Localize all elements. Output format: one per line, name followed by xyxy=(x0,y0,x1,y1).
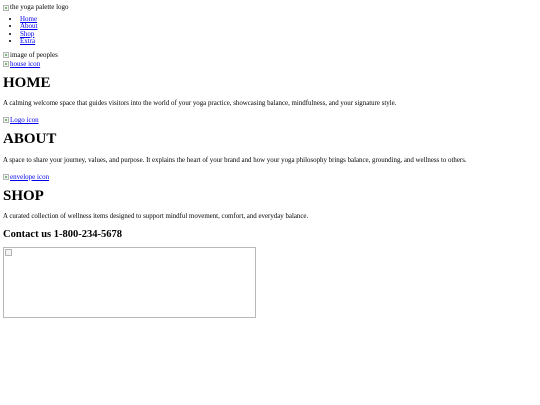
site-header: the yoga palette logo xyxy=(3,3,537,13)
about-title: ABOUT xyxy=(3,131,57,148)
nav-list: Home About Shop Extra xyxy=(3,15,537,46)
house-icon-alt-text: house icon xyxy=(10,59,41,68)
main-nav: Home About Shop Extra xyxy=(3,15,537,46)
envelope-icon xyxy=(3,173,9,180)
nav-item-extra: Extra xyxy=(20,38,537,46)
page: the yoga palette logo Home About Shop Ex… xyxy=(0,0,540,319)
about-section: Logo icon ABOUT A space to share your jo… xyxy=(3,116,537,164)
home-title: HOME xyxy=(3,74,51,91)
contact-section: Contact us 1-800-234-5678 xyxy=(3,229,537,319)
shop-title: SHOP xyxy=(3,187,44,204)
nav-item-about: About xyxy=(20,22,537,31)
nav-item-home: Home xyxy=(20,15,537,24)
logo-icon-link[interactable]: Logo icon xyxy=(3,116,39,124)
broken-image-icon xyxy=(3,4,9,11)
site-logo-alt-text: the yoga palette logo xyxy=(10,3,69,12)
embedded-frame[interactable] xyxy=(3,247,256,319)
logo-icon xyxy=(3,117,9,124)
shop-description: A curated collection of wellness items d… xyxy=(3,213,309,221)
hero-image-alt-text: image of peoples xyxy=(10,50,58,59)
home-description: A calming welcome space that guides visi… xyxy=(3,100,397,108)
about-description: A space to share your journey, values, a… xyxy=(3,156,467,164)
home-section: house icon HOME A calming welcome space … xyxy=(3,60,537,108)
broken-image-icon xyxy=(5,249,12,257)
logo-icon-alt-text: Logo icon xyxy=(10,116,39,125)
envelope-icon-link[interactable]: envelope icon xyxy=(3,173,49,181)
broken-image-icon xyxy=(3,51,9,58)
house-icon-link[interactable]: house icon xyxy=(3,60,40,68)
house-icon xyxy=(3,60,9,67)
nav-link-extra[interactable]: Extra xyxy=(20,37,35,46)
envelope-icon-alt-text: envelope icon xyxy=(10,172,50,181)
contact-title: Contact us 1-800-234-5678 xyxy=(3,229,122,241)
site-logo: the yoga palette logo xyxy=(3,3,69,12)
shop-section: envelope icon SHOP A curated collection … xyxy=(3,173,537,221)
nav-item-shop: Shop xyxy=(20,30,537,39)
hero-image: image of peoples xyxy=(3,51,58,59)
